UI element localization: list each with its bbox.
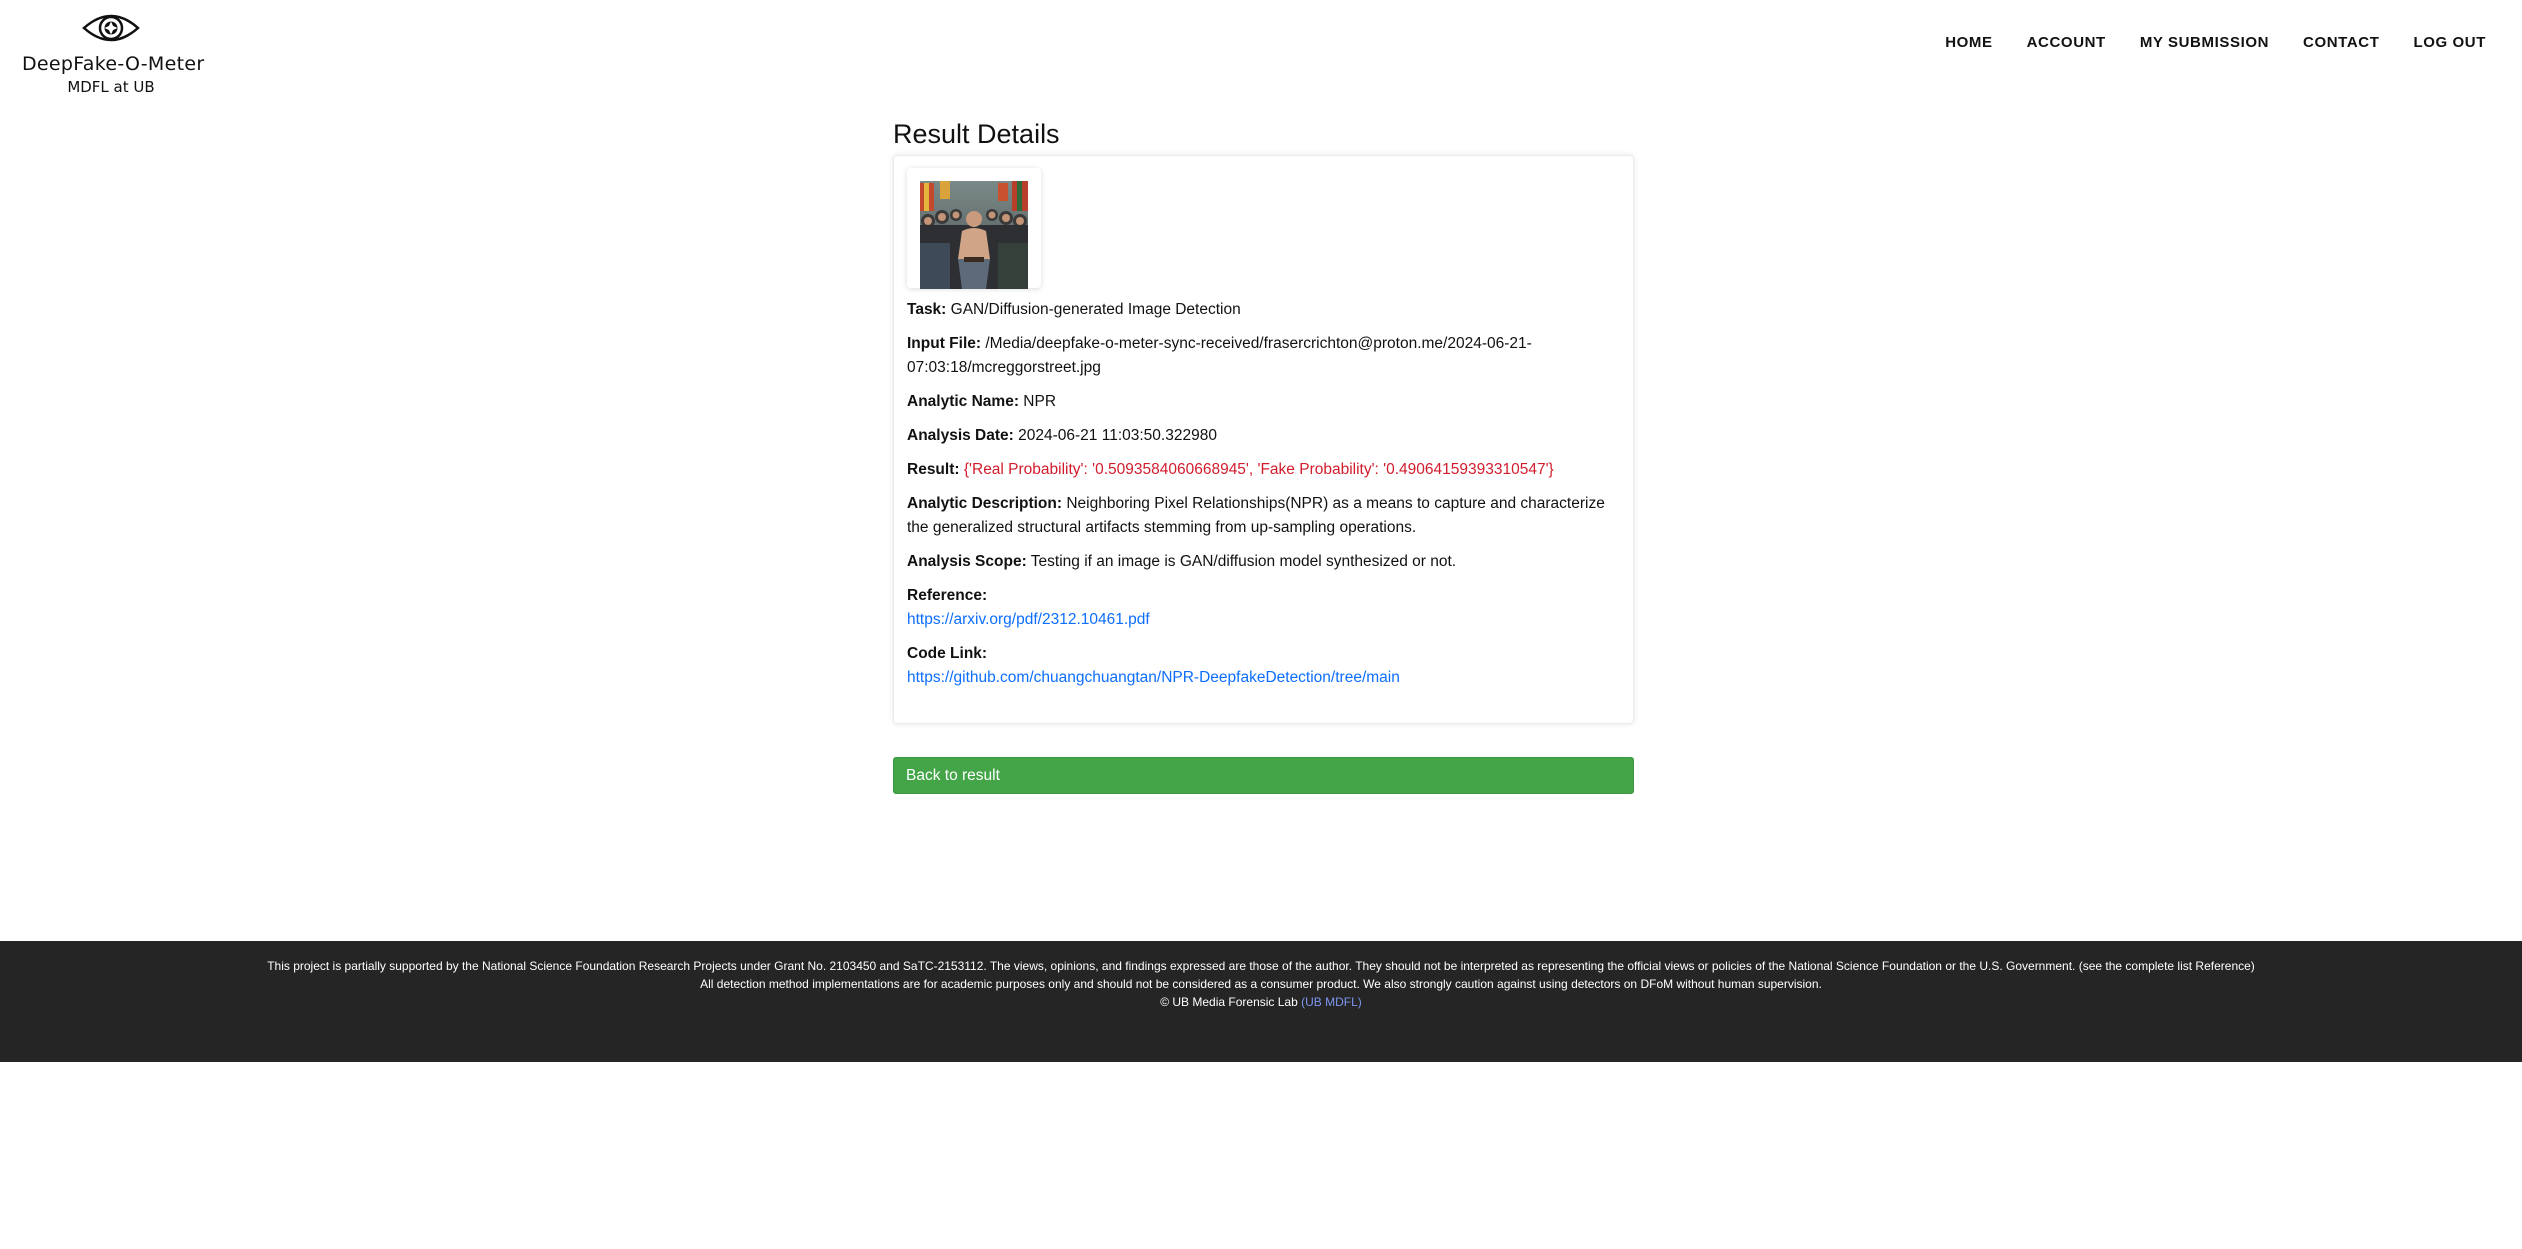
field-analytic-description: Analytic Description: Neighboring Pixel … xyxy=(907,492,1620,540)
analytic-name-label: Analytic Name: xyxy=(907,393,1019,410)
field-analysis-scope: Analysis Scope: Testing if an image is G… xyxy=(907,550,1620,574)
analysis-scope-label: Analysis Scope: xyxy=(907,553,1027,570)
footer-disclaimer-text: All detection method implementations are… xyxy=(700,977,1822,991)
analysis-scope-value: Testing if an image is GAN/diffusion mod… xyxy=(1030,553,1457,570)
field-task: Task: GAN/Diffusion-generated Image Dete… xyxy=(907,298,1620,322)
code-link-label: Code Link: xyxy=(907,645,988,662)
logo-subtitle: MDFL at UB xyxy=(67,78,155,96)
nav-log-out[interactable]: LOG OUT xyxy=(2413,34,2486,51)
footer-funding-text: This project is partially supported by t… xyxy=(267,959,2255,973)
site-header: DeepFake-O-Meter MDFL at UB HOME ACCOUNT… xyxy=(0,0,2522,110)
page-title: Result Details xyxy=(893,119,1060,149)
main-nav: HOME ACCOUNT MY SUBMISSION CONTACT LOG O… xyxy=(1945,34,2486,51)
analytic-name-value: NPR xyxy=(1023,393,1057,410)
back-to-result-button[interactable]: Back to result xyxy=(893,757,1634,794)
footer-lab-link[interactable]: (UB MDFL) xyxy=(1301,995,1362,1009)
field-reference: Reference: https://arxiv.org/pdf/2312.10… xyxy=(907,584,1620,632)
result-value: {'Real Probability': '0.5093584060668945… xyxy=(963,461,1554,478)
result-label: Result: xyxy=(907,461,960,478)
site-footer: This project is partially supported by t… xyxy=(0,941,2522,1062)
analysis-date-value: 2024-06-21 11:03:50.322980 xyxy=(1018,427,1217,444)
nav-home[interactable]: HOME xyxy=(1945,34,1992,51)
logo-title: DeepFake-O-Meter xyxy=(22,53,205,75)
reference-label: Reference: xyxy=(907,587,988,604)
field-code-link: Code Link: https://github.com/chuangchua… xyxy=(907,642,1620,690)
site-logo[interactable]: DeepFake-O-Meter MDFL at UB xyxy=(22,8,205,96)
footer-copyright-line: © UB Media Forensic Lab (UB MDFL) xyxy=(0,993,2522,1011)
footer-copyright: © UB Media Forensic Lab xyxy=(1160,995,1298,1009)
input-file-label: Input File: xyxy=(907,335,982,352)
nav-contact[interactable]: CONTACT xyxy=(2303,34,2379,51)
nav-account[interactable]: ACCOUNT xyxy=(2027,34,2106,51)
field-analytic-name: Analytic Name: NPR xyxy=(907,390,1620,414)
result-details-card: Task: GAN/Diffusion-generated Image Dete… xyxy=(893,155,1634,724)
code-link[interactable]: https://github.com/chuangchuangtan/NPR-D… xyxy=(907,666,1620,690)
analytic-description-label: Analytic Description: xyxy=(907,495,1063,512)
image-thumbnail-frame xyxy=(907,168,1041,289)
eye-icon xyxy=(82,14,140,42)
field-input-file: Input File: /Media/deepfake-o-meter-sync… xyxy=(907,332,1620,380)
field-result: Result: {'Real Probability': '0.50935840… xyxy=(907,458,1620,482)
task-value: GAN/Diffusion-generated Image Detection xyxy=(950,301,1241,318)
input-image-thumbnail[interactable] xyxy=(920,181,1028,289)
nav-my-submission[interactable]: MY SUBMISSION xyxy=(2140,34,2269,51)
reference-link[interactable]: https://arxiv.org/pdf/2312.10461.pdf xyxy=(907,608,1620,632)
task-label: Task: xyxy=(907,301,947,318)
input-file-value: /Media/deepfake-o-meter-sync-received/fr… xyxy=(907,335,1532,376)
field-analysis-date: Analysis Date: 2024-06-21 11:03:50.32298… xyxy=(907,424,1620,448)
analysis-date-label: Analysis Date: xyxy=(907,427,1014,444)
